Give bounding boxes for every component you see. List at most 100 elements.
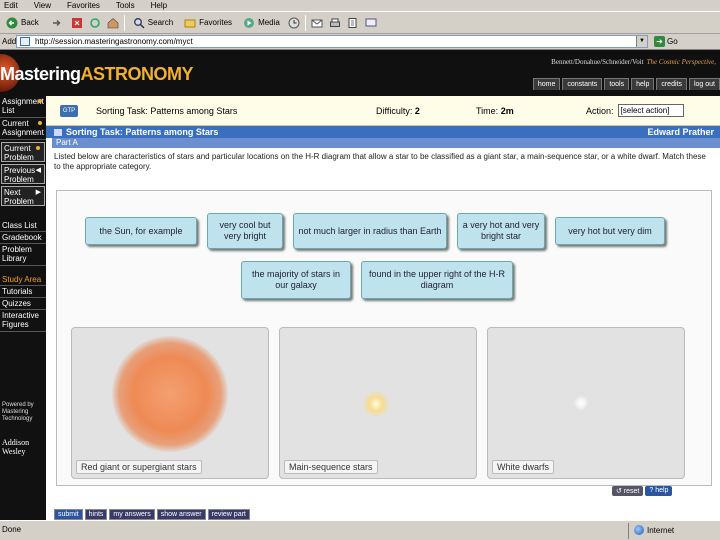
action-select[interactable]: [select action] [617, 104, 684, 117]
menu-view[interactable]: View [34, 0, 51, 11]
refresh-icon[interactable] [88, 16, 102, 30]
bullet-icon [38, 121, 42, 125]
answer-buttons: submit hints my answers show answer revi… [54, 509, 250, 520]
print-icon[interactable] [54, 129, 62, 137]
sidebar-item-current-assignment[interactable]: Current Assignment [0, 118, 46, 140]
workspace-controls: ↺ reset ? help [612, 486, 673, 496]
help-button[interactable]: ? help [645, 486, 673, 496]
internet-globe-icon [634, 525, 644, 535]
review-part-button[interactable]: review part [207, 509, 250, 520]
nav-help[interactable]: help [631, 78, 655, 90]
draggable-chip[interactable]: the Sun, for example [85, 217, 197, 245]
bin-label: White dwarfs [492, 460, 555, 474]
stop-icon[interactable] [70, 16, 84, 30]
print-icon[interactable] [328, 16, 342, 30]
toolbar-separator [123, 14, 125, 31]
address-bar: Address http://session.masteringastronom… [0, 34, 720, 50]
sidebar-item-current-problem[interactable]: Current Problem [1, 142, 45, 162]
sidebar-item-quizzes[interactable]: Quizzes [0, 298, 46, 310]
media-button[interactable]: Media [239, 15, 283, 31]
media-icon [242, 16, 256, 30]
top-navigation: home constants tools help credits log ou… [532, 78, 720, 90]
address-dropdown-icon[interactable]: ▼ [636, 36, 647, 47]
my-answers-button[interactable]: my answers [109, 509, 155, 520]
left-sidebar: Assignment List Current Assignment Curre… [0, 96, 46, 520]
sidebar-item-assignment-list[interactable]: Assignment List [0, 96, 46, 118]
bin-label: Red giant or supergiant stars [76, 460, 202, 474]
browser-toolbar: Back Search Favorites Media [0, 12, 720, 34]
nav-home[interactable]: home [532, 78, 561, 90]
back-button[interactable]: Back [2, 15, 42, 31]
sidebar-item-next-problem[interactable]: Next Problem ▶ [1, 186, 45, 206]
draggable-chip[interactable]: found in the upper right of the H-R diag… [361, 261, 513, 299]
sorting-workspace: the Sun, for example very cool but very … [56, 190, 712, 486]
history-icon[interactable] [287, 16, 301, 30]
menu-tools[interactable]: Tools [116, 0, 135, 11]
address-label: Address [0, 37, 31, 46]
mail-icon[interactable] [310, 16, 324, 30]
discuss-icon[interactable] [364, 16, 378, 30]
instructions-text: Listed below are characteristics of star… [54, 152, 706, 171]
search-icon [132, 16, 146, 30]
draggable-chip[interactable]: very cool but very bright [207, 213, 283, 249]
powered-by-label: Powered by Mastering Technology [2, 402, 34, 422]
go-arrow-icon: ➔ [654, 36, 665, 47]
draggable-chip[interactable]: very hot but very dim [555, 217, 665, 245]
search-button[interactable]: Search [129, 15, 176, 31]
site-logo[interactable]: MasteringASTRONOMY [0, 64, 194, 85]
bullet-icon [36, 146, 40, 150]
url-field[interactable]: http://session.masteringastronomy.com/my… [16, 35, 648, 48]
draggable-chip[interactable]: the majority of stars in our galaxy [241, 261, 351, 299]
draggable-chip[interactable]: a very hot and very bright star [457, 213, 545, 249]
edit-icon[interactable] [346, 16, 360, 30]
left-arrow-icon: ◀ [35, 167, 41, 174]
url-text: http://session.masteringastronomy.com/my… [35, 37, 193, 46]
menu-favorites[interactable]: Favorites [67, 0, 100, 11]
nav-credits[interactable]: credits [656, 78, 687, 90]
red-giant-star-image [112, 336, 228, 452]
reset-button[interactable]: ↺ reset [612, 486, 644, 496]
draggable-chip[interactable]: not much larger in radius than Earth [293, 213, 447, 249]
sidebar-item-previous-problem[interactable]: Previous Problem ◀ [1, 164, 45, 184]
sidebar-item-tutorials[interactable]: Tutorials [0, 286, 46, 298]
show-answer-button[interactable]: show answer [156, 509, 206, 520]
home-icon[interactable] [106, 16, 120, 30]
forward-button[interactable] [46, 15, 66, 31]
difficulty: Difficulty: 2 [376, 105, 420, 116]
sidebar-item-class-list[interactable]: Class List [0, 220, 46, 232]
hints-button[interactable]: hints [84, 509, 108, 520]
gtp-badge: GTP [60, 104, 78, 117]
bin-red-giant[interactable]: Red giant or supergiant stars [71, 327, 269, 479]
bin-main-sequence[interactable]: Main-sequence stars [279, 327, 477, 479]
bullet-icon [38, 99, 42, 103]
right-arrow-icon: ▶ [35, 189, 41, 196]
favorites-button[interactable]: Favorites [180, 15, 235, 31]
nav-constants[interactable]: constants [562, 78, 603, 90]
problem-title: Sorting Task: Patterns among Stars [66, 127, 219, 137]
site-banner: MasteringASTRONOMY Bennett/Donahue/Schne… [0, 50, 720, 96]
book-authors: Bennett/Donahue/Schneider/Voit The Cosmic… [551, 58, 716, 66]
sidebar-item-interactive-figures[interactable]: Interactive Figures [0, 310, 46, 332]
bin-label: Main-sequence stars [284, 460, 378, 474]
go-button[interactable]: ➔ Go [654, 36, 678, 47]
sidebar-item-problem-library[interactable]: Problem Library [0, 244, 46, 266]
nav-log-out[interactable]: log out [688, 78, 720, 90]
white-dwarf-star-image [574, 396, 588, 410]
sidebar-item-gradebook[interactable]: Gradebook [0, 232, 46, 244]
menu-help[interactable]: Help [151, 0, 167, 11]
assignment-title: Sorting Task: Patterns among Stars [96, 105, 238, 116]
status-divider [628, 523, 629, 539]
page-icon [20, 37, 30, 46]
menu-edit[interactable]: Edit [4, 0, 18, 11]
forward-arrow-icon [49, 16, 63, 30]
action-control: Action: [select action] [586, 104, 684, 117]
status-text: Done [2, 525, 22, 534]
back-arrow-icon [5, 16, 19, 30]
sidebar-item-study-area[interactable]: Study Area [0, 274, 46, 286]
publisher-logo: Addison Wesley [2, 438, 30, 456]
bin-white-dwarf[interactable]: White dwarfs [487, 327, 685, 479]
submit-button[interactable]: submit [54, 509, 83, 520]
browser-menubar: Edit View Favorites Tools Help [0, 0, 720, 12]
main-sequence-star-image [362, 390, 390, 418]
nav-tools[interactable]: tools [604, 78, 630, 90]
